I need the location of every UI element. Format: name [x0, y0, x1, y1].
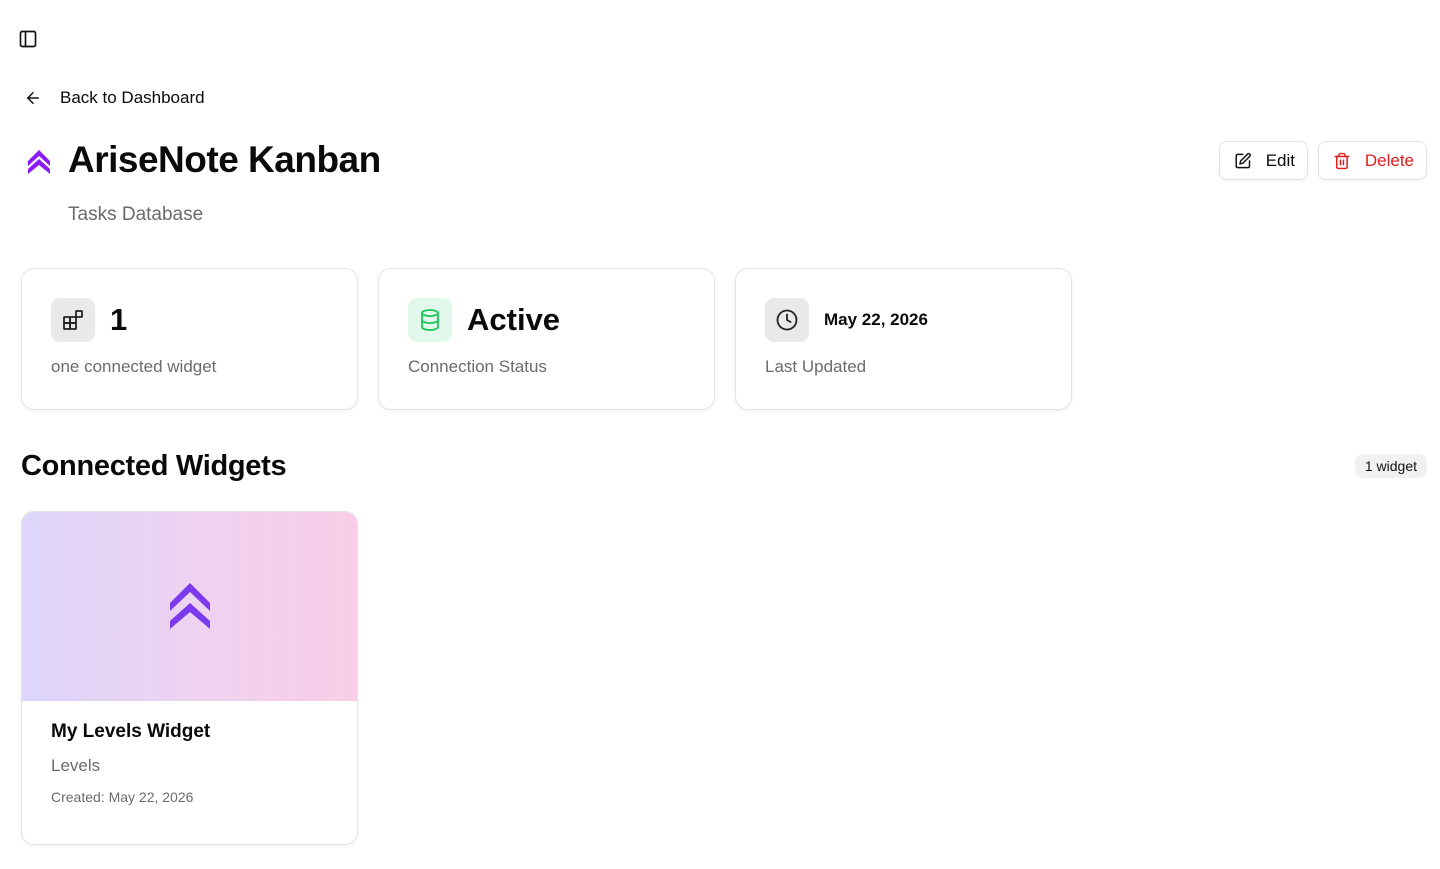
widget-created-date: Created: May 22, 2026 — [51, 789, 194, 805]
stat-value: Active — [467, 302, 561, 337]
stat-value: May 22, 2026 — [824, 310, 928, 329]
back-to-dashboard-link[interactable]: Back to Dashboard — [24, 86, 205, 110]
widget-card[interactable]: My Levels Widget Levels Created: May 22,… — [21, 511, 358, 845]
stat-label: one connected widget — [51, 357, 217, 376]
page-subtitle: Tasks Database — [68, 204, 204, 225]
pencil-square-icon — [1235, 152, 1251, 168]
database-detail-page: Back to Dashboard AriseNote Kanban Tasks… — [0, 0, 1440, 869]
delete-button[interactable]: Delete — [1318, 141, 1427, 180]
page-header: AriseNote Kanban — [24, 138, 381, 182]
sidebar-panel-icon — [19, 30, 37, 48]
trash-icon — [1334, 152, 1350, 169]
edit-button[interactable]: Edit — [1219, 141, 1308, 180]
stat-label: Last Updated — [765, 357, 867, 376]
database-icon — [408, 298, 452, 342]
stat-card-connection: Active Connection Status — [378, 268, 715, 410]
sidebar-toggle-button[interactable] — [16, 27, 40, 51]
page-title: AriseNote Kanban — [68, 139, 381, 180]
stat-label: Connection Status — [408, 357, 547, 376]
section-title: Connected Widgets — [21, 450, 287, 482]
stat-card-widgets: 1 one connected widget — [21, 268, 358, 410]
widgets-icon — [51, 298, 95, 342]
arrow-left-icon — [27, 92, 39, 104]
stats-row: 1 one connected widget Active Connection… — [21, 268, 1072, 410]
edit-button-label: Edit — [1265, 150, 1295, 170]
widget-type: Levels — [51, 756, 101, 775]
double-chevron-up-icon — [28, 150, 50, 174]
clock-icon — [765, 298, 809, 342]
delete-button-label: Delete — [1364, 150, 1414, 170]
widget-name: My Levels Widget — [51, 721, 211, 742]
stat-value: 1 — [110, 302, 128, 337]
header-actions: Edit Delete — [1219, 141, 1427, 180]
widget-count-badge: 1 widget — [1354, 454, 1427, 478]
double-chevron-up-icon — [169, 582, 210, 629]
stat-card-last-updated: May 22, 2026 Last Updated — [735, 268, 1072, 410]
widget-preview — [22, 512, 357, 701]
back-link-label: Back to Dashboard — [60, 88, 205, 107]
